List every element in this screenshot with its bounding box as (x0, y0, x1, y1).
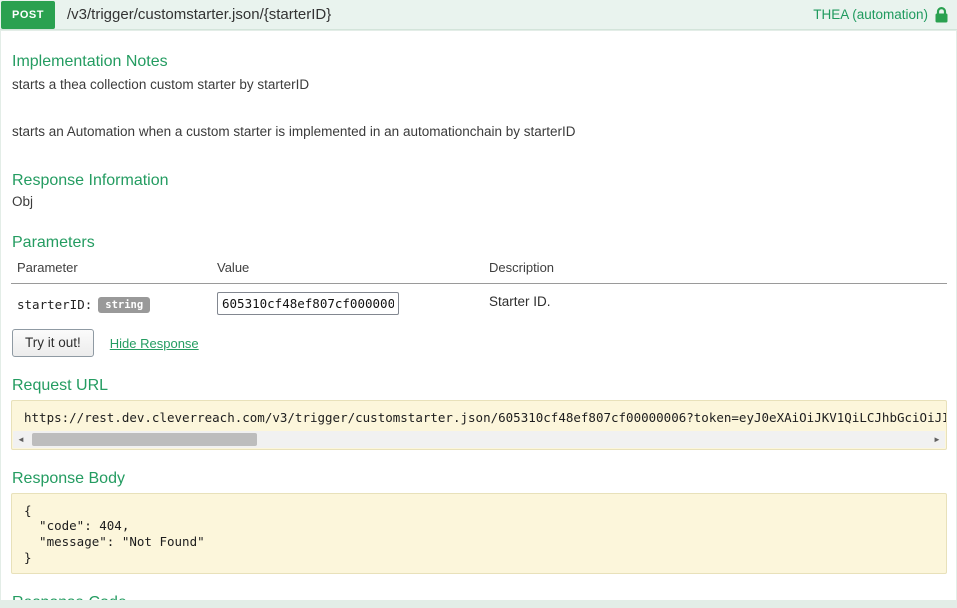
implementation-notes-line1: starts a thea collection custom starter … (12, 75, 947, 95)
response-information-value: Obj (12, 194, 947, 209)
response-body-box: { "code": 404, "message": "Not Found" } (11, 493, 947, 575)
implementation-notes-section: Implementation Notes starts a thea colle… (11, 53, 947, 141)
response-code-title: Response Code (12, 594, 947, 600)
request-url-box: https://rest.dev.cleverreach.com/v3/trig… (11, 400, 947, 450)
request-url-text: https://rest.dev.cleverreach.com/v3/trig… (12, 401, 946, 431)
swagger-operation-panel: POST /v3/trigger/customstarter.json/{sta… (0, 0, 957, 608)
operation-header[interactable]: POST /v3/trigger/customstarter.json/{sta… (0, 0, 957, 30)
actions-row: Try it out! Hide Response (12, 329, 947, 357)
parameter-type-badge: string (98, 297, 150, 313)
implementation-notes-title: Implementation Notes (12, 53, 947, 71)
operation-content: Implementation Notes starts a thea colle… (1, 31, 956, 600)
table-row: starterID: string Starter ID. (11, 284, 947, 319)
http-method-badge: POST (1, 1, 55, 29)
response-information-title: Response Information (12, 172, 947, 190)
hide-response-link[interactable]: Hide Response (110, 336, 199, 351)
col-header-description: Description (489, 260, 947, 275)
parameter-name: starterID: (17, 297, 92, 312)
response-body-title: Response Body (12, 470, 947, 488)
auth-scope-label: THEA (automation) (813, 7, 928, 22)
response-code-section: Response Code 200 OK (11, 594, 947, 600)
parameter-description: Starter ID. (489, 292, 947, 309)
horizontal-scrollbar[interactable]: ◄ ► (13, 431, 945, 448)
col-header-value: Value (217, 260, 489, 275)
parameters-table-header: Parameter Value Description (11, 260, 947, 284)
scrollbar-thumb[interactable] (32, 433, 257, 446)
endpoint-path[interactable]: /v3/trigger/customstarter.json/{starterI… (67, 6, 331, 23)
implementation-notes-line2: starts an Automation when a custom start… (12, 122, 947, 142)
parameters-title: Parameters (12, 234, 947, 252)
response-body-text: { "code": 404, "message": "Not Found" } (12, 494, 946, 574)
col-header-parameter: Parameter (17, 260, 217, 275)
scroll-right-arrow-icon[interactable]: ► (929, 431, 945, 448)
auth-area: THEA (automation) (813, 7, 949, 23)
scroll-left-arrow-icon[interactable]: ◄ (13, 431, 29, 448)
lock-icon[interactable] (934, 7, 949, 23)
request-url-title: Request URL (12, 377, 947, 395)
response-information-section: Response Information Obj (11, 172, 947, 209)
response-body-section: Response Body { "code": 404, "message": … (11, 470, 947, 575)
parameters-section: Parameters Parameter Value Description s… (11, 234, 947, 357)
parameters-table: Parameter Value Description starterID:st… (11, 260, 947, 319)
try-it-out-button[interactable]: Try it out! (12, 329, 94, 357)
parameter-value-input[interactable] (217, 292, 399, 315)
request-url-section: Request URL https://rest.dev.cleverreach… (11, 377, 947, 450)
